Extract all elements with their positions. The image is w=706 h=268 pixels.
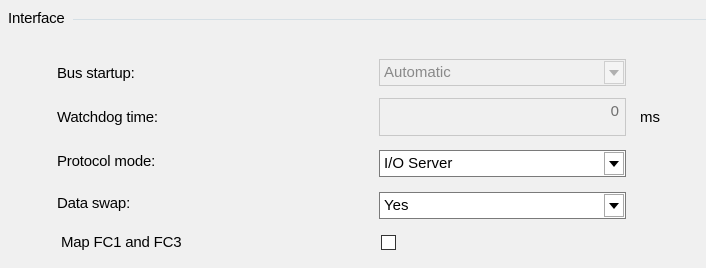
watchdog-time-input[interactable]: 0 [379,98,626,136]
bus-startup-value: Automatic [384,64,451,81]
protocol-mode-value: I/O Server [384,155,453,172]
group-divider [8,19,706,20]
chevron-down-icon[interactable] [604,152,624,175]
bus-startup-select[interactable]: Automatic [379,59,626,86]
protocol-mode-select[interactable]: I/O Server [379,150,626,177]
chevron-down-icon[interactable] [604,194,624,217]
chevron-down-icon[interactable] [604,61,624,84]
map-fc1-fc3-label: Map FC1 and FC3 [61,234,182,251]
watchdog-time-value: 0 [610,103,619,120]
watchdog-time-label: Watchdog time: [57,109,158,126]
watchdog-time-unit: ms [640,109,660,126]
protocol-mode-label: Protocol mode: [57,153,156,170]
map-fc1-fc3-checkbox[interactable] [381,235,396,250]
data-swap-label: Data swap: [57,195,131,212]
data-swap-select[interactable]: Yes [379,192,626,219]
bus-startup-label: Bus startup: [57,65,135,82]
group-title: Interface [8,10,73,28]
interface-group: Interface Bus startup: Automatic Watchdo… [0,0,706,268]
data-swap-value: Yes [384,197,409,214]
